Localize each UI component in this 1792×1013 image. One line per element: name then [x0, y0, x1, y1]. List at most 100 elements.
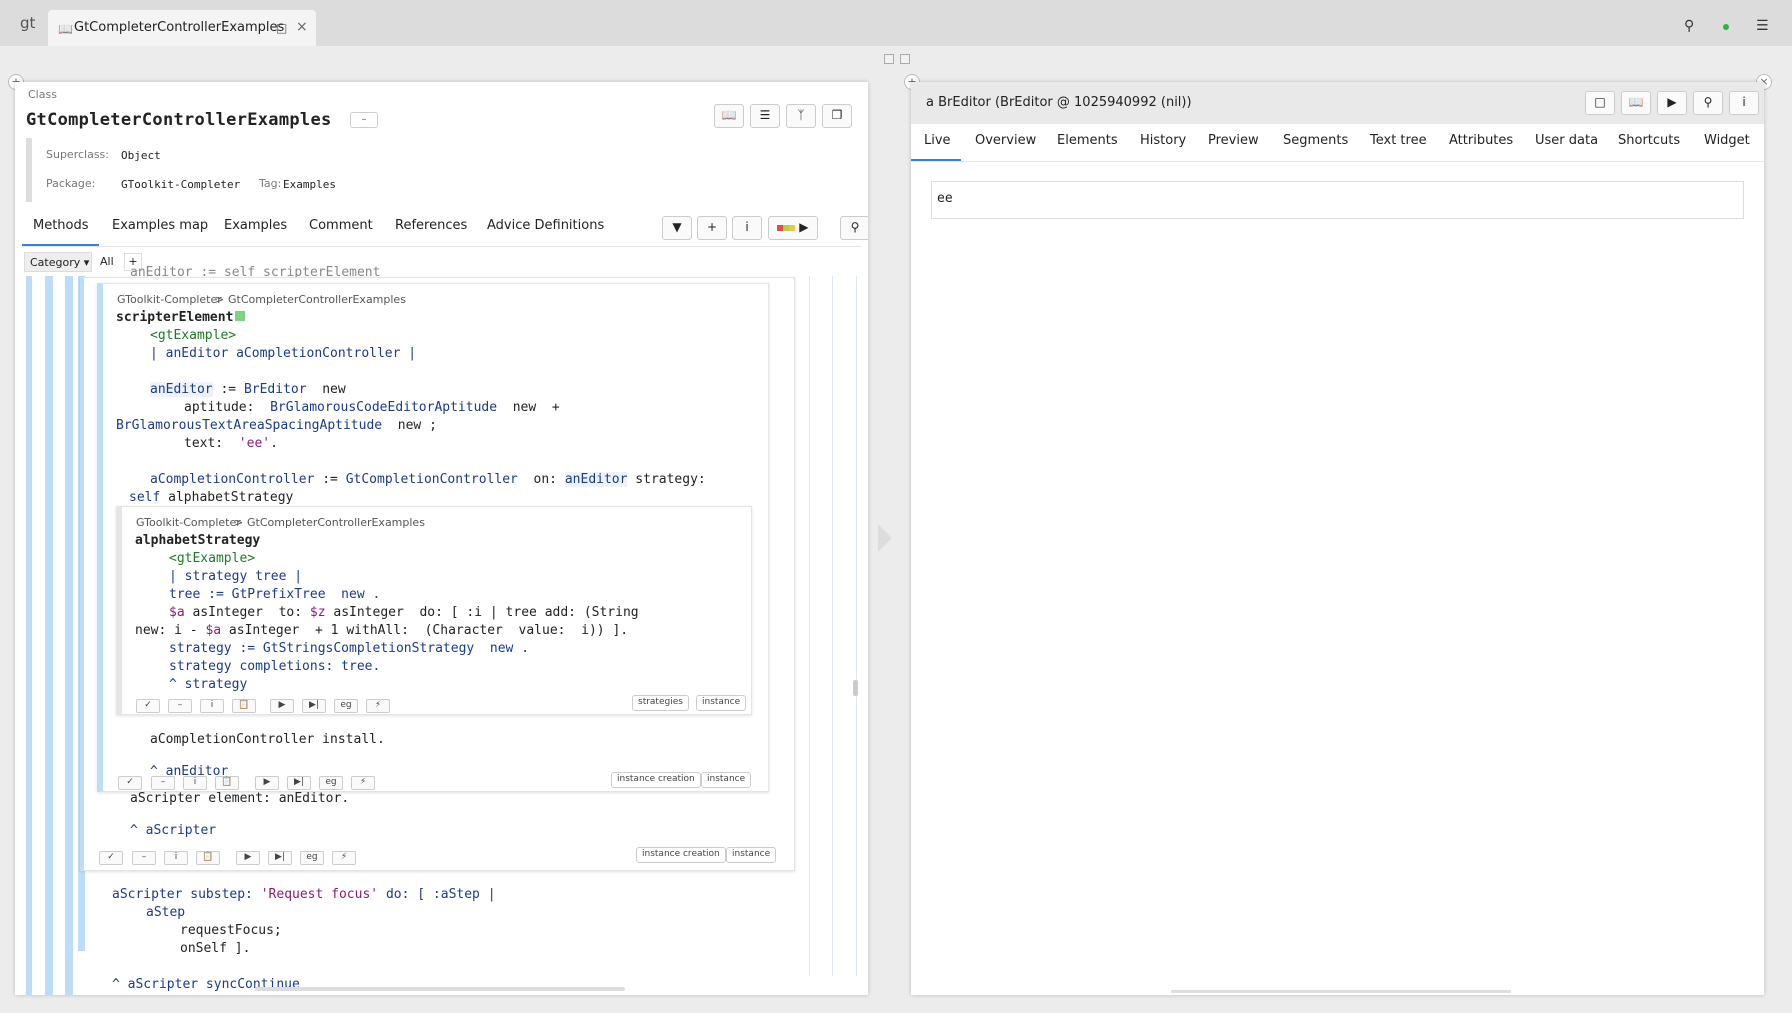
code-line[interactable]: aScripter element: anEditor. — [130, 791, 349, 806]
tab-attributes[interactable]: Attributes — [1449, 133, 1513, 148]
tab-methods[interactable]: Methods — [33, 218, 89, 233]
tab-examples[interactable]: Examples — [224, 218, 287, 233]
code-temps[interactable]: | strategy tree | — [169, 569, 302, 584]
tab-elements[interactable]: Elements — [1057, 133, 1118, 148]
horizontal-scrollbar[interactable] — [1171, 990, 1511, 993]
code-line[interactable]: self alphabetStrategy — [129, 490, 293, 505]
run-button[interactable]: ▶ — [236, 851, 260, 865]
collapse-button[interactable]: – — [168, 699, 192, 713]
tab-references[interactable]: References — [395, 218, 467, 233]
tab-live[interactable]: Live — [924, 133, 951, 148]
breadcrumb-package[interactable]: GToolkit-Completer — [117, 293, 222, 306]
class-collapse-button[interactable]: – — [350, 112, 378, 128]
info-button[interactable]: i — [732, 216, 762, 240]
pane-splitter-arrow[interactable] — [878, 524, 892, 552]
tag-value[interactable]: Examples — [283, 178, 336, 191]
code-line[interactable]: strategy := GtStringsCompletionStrategy … — [169, 641, 529, 656]
code-line[interactable]: $a asInteger to: $z asInteger do: [ :i |… — [169, 605, 639, 620]
code-line[interactable]: text: 'ee'. — [184, 436, 278, 451]
run-inspect-button[interactable]: ▶| — [268, 851, 292, 865]
category-dropdown[interactable]: Category ▾ — [24, 252, 92, 272]
filter-icon[interactable]: ▼ — [662, 216, 692, 240]
info-button[interactable]: i — [164, 851, 188, 865]
method-embed-alphabetStrategy[interactable]: GToolkit-Completer > GtCompleterControll… — [116, 506, 752, 715]
clipboard-button[interactable]: 📋 — [215, 776, 239, 790]
tab-overview[interactable]: Overview — [975, 133, 1036, 148]
run-inspect-button[interactable]: ▶| — [287, 776, 311, 790]
code-pragma[interactable]: <gtExample> — [169, 551, 255, 566]
example-button[interactable]: eg — [300, 851, 324, 865]
example-button[interactable]: eg — [334, 699, 358, 713]
search-button[interactable]: ⚲ — [1693, 91, 1723, 115]
info-button[interactable]: i — [1729, 91, 1759, 115]
tag-protocol[interactable]: strategies — [632, 695, 689, 711]
code-line[interactable]: tree := GtPrefixTree new . — [169, 587, 380, 602]
code-pragma[interactable]: <gtExample> — [150, 328, 236, 343]
collapse-button[interactable]: – — [132, 851, 156, 865]
accept-button[interactable]: ✓ — [118, 776, 142, 790]
copy-button[interactable]: ❐ — [822, 104, 852, 128]
code-line[interactable]: aStep — [146, 905, 185, 920]
breadcrumb-class[interactable]: GtCompleterControllerExamples — [247, 516, 425, 529]
category-all[interactable]: All — [100, 255, 114, 268]
add-method-button[interactable]: + — [697, 216, 727, 240]
code-line[interactable]: BrGlamorousTextAreaSpacingAptitude new ; — [116, 418, 437, 433]
info-button[interactable]: i — [200, 699, 224, 713]
code-line[interactable]: requestFocus; — [180, 923, 282, 938]
editor-text[interactable]: ee — [937, 191, 953, 206]
method-selector[interactable]: scripterElement — [116, 310, 246, 325]
code-line[interactable]: aptitude: BrGlamorousCodeEditorAptitude … — [184, 400, 560, 415]
code-line[interactable]: aCompletionController := GtCompletionCon… — [150, 472, 706, 487]
breadcrumb-class[interactable]: GtCompleterControllerExamples — [228, 293, 406, 306]
gt-logo[interactable]: gt — [20, 14, 35, 32]
info-button[interactable]: i — [183, 776, 207, 790]
browse-book-button[interactable]: 📖 — [1621, 91, 1651, 115]
code-return[interactable]: ^ aScripter — [130, 823, 216, 838]
tab-text-tree[interactable]: Text tree — [1370, 133, 1427, 148]
method-selector[interactable]: alphabetStrategy — [135, 533, 260, 548]
code-temps[interactable]: | anEditor aCompletionController | — [150, 346, 416, 361]
debug-button[interactable]: ⚡ — [351, 776, 375, 790]
collapse-button[interactable]: – — [151, 776, 175, 790]
clipboard-button[interactable]: 📋 — [232, 699, 256, 713]
code-return[interactable]: ^ strategy — [169, 677, 247, 692]
debug-button[interactable]: ⚡ — [366, 699, 390, 713]
code-line[interactable]: anEditor := BrEditor new — [150, 382, 346, 397]
tab-widget[interactable]: Widget — [1704, 133, 1750, 148]
code-line[interactable]: onSelf ]. — [180, 941, 250, 956]
clipboard-button[interactable]: 📋 — [196, 851, 220, 865]
horizontal-scrollbar[interactable] — [255, 987, 625, 991]
code-line[interactable]: aCompletionController install. — [150, 732, 385, 747]
code-line[interactable]: new: i - $a asInteger + 1 withAll: (Char… — [135, 623, 628, 638]
pane-layout-icon[interactable] — [884, 54, 894, 64]
tab-segments[interactable]: Segments — [1283, 133, 1348, 148]
tag-side[interactable]: instance — [701, 772, 752, 788]
example-button[interactable]: eg — [319, 776, 343, 790]
menu-icon[interactable]: ☰ — [1756, 18, 1769, 34]
run-examples-button[interactable]: ▶ — [768, 216, 818, 240]
accept-button[interactable]: ✓ — [99, 851, 123, 865]
git-branch-button[interactable]: ᛉ — [786, 104, 816, 128]
tab-comment[interactable]: Comment — [309, 218, 373, 233]
run-inspect-button[interactable]: ▶| — [302, 699, 326, 713]
search-icon[interactable]: ⚲ — [1684, 18, 1694, 34]
tab-user-data[interactable]: User data — [1535, 133, 1598, 148]
tab-advice-definitions[interactable]: Advice Definitions — [487, 218, 604, 233]
package-value[interactable]: GToolkit-Completer — [121, 178, 240, 191]
live-editor[interactable]: ee — [931, 181, 1744, 219]
tab-shortcuts[interactable]: Shortcuts — [1618, 133, 1680, 148]
close-icon[interactable]: × — [296, 19, 308, 35]
window-tab-title[interactable]: GtCompleterControllerExamples — [74, 20, 284, 35]
maximize-icon[interactable]: □ — [276, 21, 287, 35]
search-methods-button[interactable]: ⚲ — [840, 216, 868, 240]
code-line[interactable]: strategy completions: tree. — [169, 659, 380, 674]
maximize-button[interactable]: □ — [1585, 91, 1615, 115]
code-line[interactable]: aScripter substep: 'Request focus' do: [… — [112, 887, 496, 902]
tab-history[interactable]: History — [1140, 133, 1186, 148]
tag-protocol[interactable]: instance creation — [611, 772, 701, 788]
tab-preview[interactable]: Preview — [1208, 133, 1259, 148]
debug-button[interactable]: ⚡ — [332, 851, 356, 865]
breadcrumb-package[interactable]: GToolkit-Completer — [136, 516, 241, 529]
window-tab[interactable]: 📖 GtCompleterControllerExamples □ × — [48, 10, 316, 46]
browse-book-button[interactable]: 📖 — [714, 104, 744, 128]
